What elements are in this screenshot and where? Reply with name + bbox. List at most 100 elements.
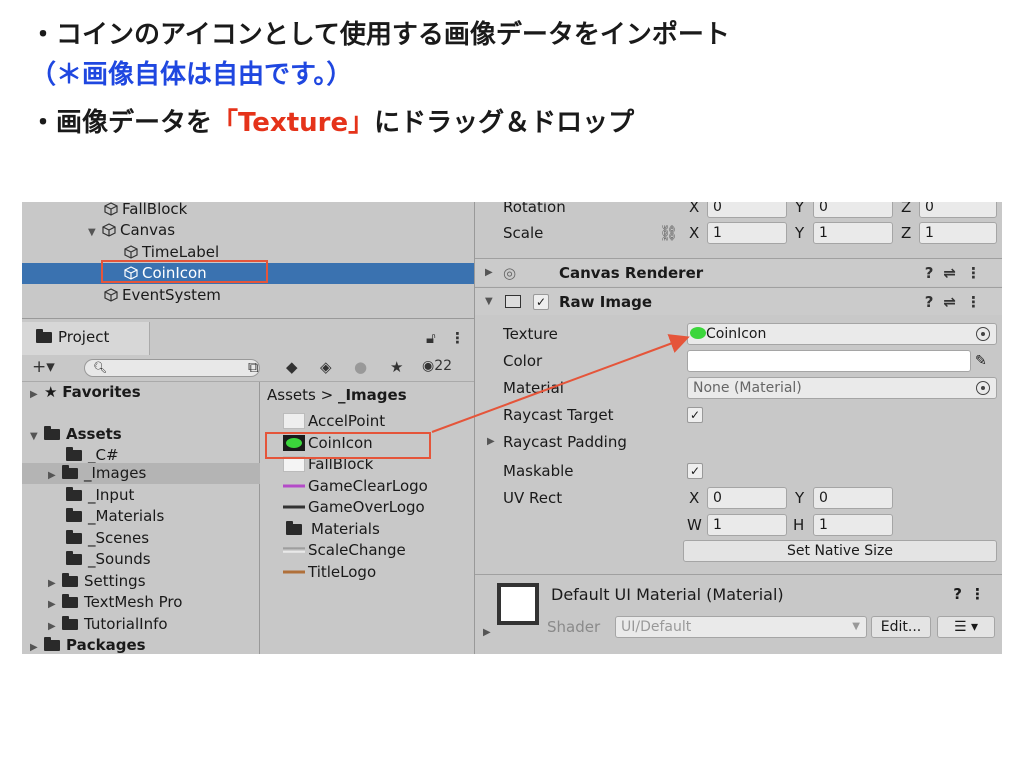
- component-header-icons[interactable]: ?⇌⋮: [925, 288, 991, 316]
- texture-thumbnail-icon: [283, 499, 305, 515]
- expand-arrow-icon[interactable]: ▶: [48, 616, 62, 637]
- tree-item-sounds[interactable]: _Sounds: [66, 549, 151, 570]
- expand-arrow-icon[interactable]: ▶: [30, 637, 44, 654]
- raycast-target-row: Raycast Target ✓: [475, 403, 1002, 427]
- axis-y-label: Y: [795, 489, 805, 507]
- shader-dropdown[interactable]: UI/Default ▼: [615, 616, 867, 638]
- tree-item-images[interactable]: ▶ _Images: [22, 463, 260, 484]
- tree-item-label: Assets: [66, 425, 122, 443]
- asset-item-gameclearlogo[interactable]: GameClearLogo: [283, 476, 428, 497]
- expand-arrow-icon[interactable]: ▼: [88, 222, 102, 243]
- color-field[interactable]: [687, 350, 971, 372]
- color-label: Color: [503, 352, 543, 370]
- favorite-star-icon[interactable]: ★: [390, 358, 403, 376]
- tab-label: Project: [58, 328, 110, 346]
- expand-arrow-icon[interactable]: ▶: [485, 259, 493, 287]
- rotation-z-field[interactable]: 0: [919, 202, 997, 218]
- rotation-x-field[interactable]: 0: [707, 202, 787, 218]
- uv-h-field[interactable]: 1: [813, 514, 893, 536]
- set-native-size-button[interactable]: Set Native Size: [683, 540, 997, 562]
- lock-icon[interactable]: 🔓︎: [426, 329, 436, 347]
- tree-item-assets[interactable]: ▼ Assets: [30, 424, 122, 445]
- texture-field[interactable]: CoinIcon: [687, 323, 997, 345]
- tab-project[interactable]: Project: [22, 322, 150, 355]
- tree-item-settings[interactable]: ▶ Settings: [48, 571, 146, 592]
- enabled-checkbox[interactable]: ✓: [533, 294, 549, 310]
- asset-item-scalechange[interactable]: ScaleChange: [283, 540, 406, 561]
- collapse-arrow-icon[interactable]: ▼: [485, 288, 493, 316]
- uv-w-field[interactable]: 1: [707, 514, 787, 536]
- uv-x-field[interactable]: 0: [707, 487, 787, 509]
- expand-arrow-icon[interactable]: ▶: [487, 430, 495, 454]
- maskable-checkbox[interactable]: ✓: [687, 463, 703, 479]
- tree-item-label: _Materials: [88, 507, 165, 525]
- breadcrumb-current[interactable]: _Images: [338, 386, 407, 404]
- default-material-section: ▶ Default UI Material (Material) ?⋮ Shad…: [475, 574, 1002, 654]
- canvas-renderer-header[interactable]: ▶ ◎ Canvas Renderer ?⇌⋮: [475, 258, 1002, 286]
- tree-item-label: _Input: [88, 486, 135, 504]
- add-button[interactable]: +▾: [32, 357, 55, 377]
- component-title: Raw Image: [559, 293, 652, 311]
- rotation-label: Rotation: [503, 202, 566, 216]
- expand-arrow-icon[interactable]: ▼: [30, 426, 44, 447]
- raw-image-header[interactable]: ▼ ✓ Raw Image ?⇌⋮: [475, 287, 1002, 315]
- uv-rect-row: UV Rect X 0 Y 0: [475, 486, 1002, 510]
- search-icon: 🔍︎: [93, 361, 107, 374]
- search-by-type-icon[interactable]: ⧉: [248, 358, 259, 376]
- axis-x-label: X: [689, 202, 700, 216]
- edit-shader-button[interactable]: Edit...: [871, 616, 931, 638]
- asset-item-materials[interactable]: Materials: [283, 519, 380, 540]
- material-header-icons[interactable]: ?⋮: [953, 585, 993, 603]
- asset-item-label: GameOverLogo: [308, 498, 425, 516]
- expand-arrow-icon[interactable]: ▶: [48, 594, 62, 615]
- eyedropper-icon[interactable]: ✎: [975, 349, 987, 373]
- scale-z-field[interactable]: 1: [919, 222, 997, 244]
- tree-item-packages[interactable]: ▶ Packages: [30, 635, 146, 654]
- rotation-y-field[interactable]: 0: [813, 202, 893, 218]
- breadcrumb-root[interactable]: Assets: [267, 386, 316, 404]
- filter-by-importlog-icon[interactable]: ●: [354, 358, 367, 376]
- tree-item-scenes[interactable]: _Scenes: [66, 528, 149, 549]
- tree-item-input[interactable]: _Input: [66, 485, 134, 506]
- asset-item-accelpoint[interactable]: AccelPoint: [283, 411, 385, 432]
- tree-item-tutorialinfo[interactable]: ▶ TutorialInfo: [48, 614, 168, 635]
- material-label: Material: [503, 379, 564, 397]
- filter-by-label-icon[interactable]: ◈: [320, 358, 332, 376]
- hidden-packages-toggle[interactable]: ◉22: [422, 358, 452, 374]
- component-header-icons[interactable]: ?⇌⋮: [925, 259, 991, 287]
- asset-item-titlelogo[interactable]: TitleLogo: [283, 562, 376, 583]
- uv-rect-label: UV Rect: [503, 489, 563, 507]
- uv-y-field[interactable]: 0: [813, 487, 893, 509]
- hierarchy-item-canvas[interactable]: ▼ Canvas: [88, 220, 175, 241]
- tree-item-materials[interactable]: _Materials: [66, 506, 164, 527]
- canvas-renderer-icon: ◎: [503, 264, 517, 282]
- texture-keyword: 「Texture」: [212, 108, 375, 138]
- more-menu-icon[interactable]: ⋮: [450, 329, 465, 347]
- texture-value: CoinIcon: [706, 326, 767, 342]
- tree-item-textmeshpro[interactable]: ▶ TextMesh Pro: [48, 592, 182, 613]
- tree-item-favorites[interactable]: ▶ ★ Favorites: [30, 382, 141, 403]
- expand-arrow-icon[interactable]: ▶: [483, 627, 491, 638]
- material-field[interactable]: None (Material): [687, 377, 997, 399]
- expand-arrow-icon[interactable]: ▶: [48, 465, 62, 486]
- gameobject-icon: [124, 245, 138, 259]
- tree-item-label: TutorialInfo: [84, 615, 168, 633]
- axis-z-label: Z: [901, 224, 912, 242]
- expand-arrow-icon[interactable]: ▶: [30, 384, 44, 405]
- raycast-padding-row[interactable]: ▶ Raycast Padding: [475, 430, 1002, 454]
- hierarchy-item-fallblock[interactable]: FallBlock: [104, 202, 187, 220]
- scale-x-field[interactable]: 1: [707, 222, 787, 244]
- filter-by-type-icon[interactable]: ◆: [286, 358, 298, 376]
- search-input[interactable]: 🔍︎: [84, 359, 260, 377]
- hierarchy-item-eventsystem[interactable]: EventSystem: [104, 285, 221, 306]
- shader-options-button[interactable]: ☰ ▾: [937, 616, 995, 638]
- instruction-line-1: ・コインのアイコンとして使用する画像データをインポート: [30, 20, 730, 50]
- raycast-target-checkbox[interactable]: ✓: [687, 407, 703, 423]
- object-picker-icon[interactable]: [976, 381, 990, 395]
- expand-arrow-icon[interactable]: ▶: [48, 573, 62, 594]
- scale-y-field[interactable]: 1: [813, 222, 893, 244]
- object-picker-icon[interactable]: [976, 327, 990, 341]
- asset-item-gameoverlogo[interactable]: GameOverLogo: [283, 497, 425, 518]
- instruction-line-2: ・画像データを「Texture」にドラッグ＆ドロップ: [30, 106, 634, 140]
- constrain-link-icon[interactable]: ⛓: [659, 221, 678, 245]
